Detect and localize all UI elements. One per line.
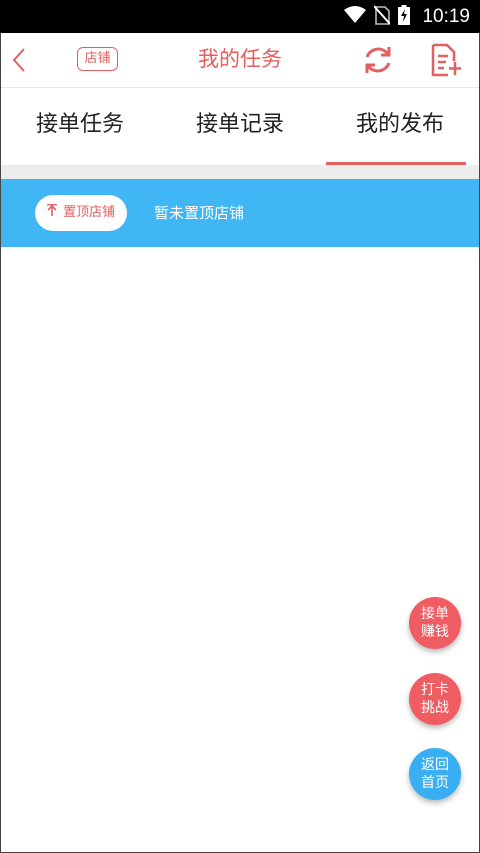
pin-shop-label: 置顶店铺 <box>63 205 116 220</box>
back-home-line2: 首页 <box>421 775 449 791</box>
no-sim-icon <box>373 4 392 29</box>
header: 店铺 我的任务 <box>0 33 480 88</box>
battery-charging-icon <box>398 4 411 29</box>
checkin-challenge-button[interactable]: 打卡 挑战 <box>409 673 461 725</box>
status-time: 10:19 <box>422 5 470 27</box>
add-document-icon <box>431 43 461 77</box>
page-title: 我的任务 <box>198 47 282 71</box>
wifi-icon <box>344 5 367 28</box>
divider-strip <box>0 165 480 179</box>
accept-earn-line1: 接单 <box>421 606 449 622</box>
shop-button[interactable]: 店铺 <box>77 47 118 71</box>
back-button[interactable] <box>8 43 32 77</box>
back-home-line1: 返回 <box>421 757 449 773</box>
checkin-line2: 挑战 <box>421 700 449 716</box>
refresh-icon <box>365 47 391 73</box>
screen-frame-left <box>0 33 1 853</box>
tab-accept-records[interactable]: 接单记录 <box>160 88 320 165</box>
tab-accept-tasks[interactable]: 接单任务 <box>0 88 160 165</box>
back-chevron-icon <box>12 48 25 72</box>
accept-earn-button[interactable]: 接单 赚钱 <box>409 597 461 649</box>
back-home-button[interactable]: 返回 首页 <box>409 748 461 800</box>
pin-shop-button[interactable]: 置顶店铺 <box>35 195 127 231</box>
pin-shop-bar: 置顶店铺 暂未置顶店铺 <box>0 179 480 247</box>
checkin-line1: 打卡 <box>421 682 449 698</box>
add-document-button[interactable] <box>429 43 463 77</box>
arrow-up-icon <box>46 204 61 220</box>
status-bar: 10:19 <box>0 0 480 33</box>
tab-my-publications[interactable]: 我的发布 <box>320 88 480 165</box>
tab-bar: 接单任务 接单记录 我的发布 <box>0 88 480 165</box>
status-icons: 10:19 <box>344 0 470 33</box>
refresh-button[interactable] <box>361 43 395 77</box>
pin-status-text: 暂未置顶店铺 <box>154 204 245 222</box>
accept-earn-line2: 赚钱 <box>421 624 449 640</box>
